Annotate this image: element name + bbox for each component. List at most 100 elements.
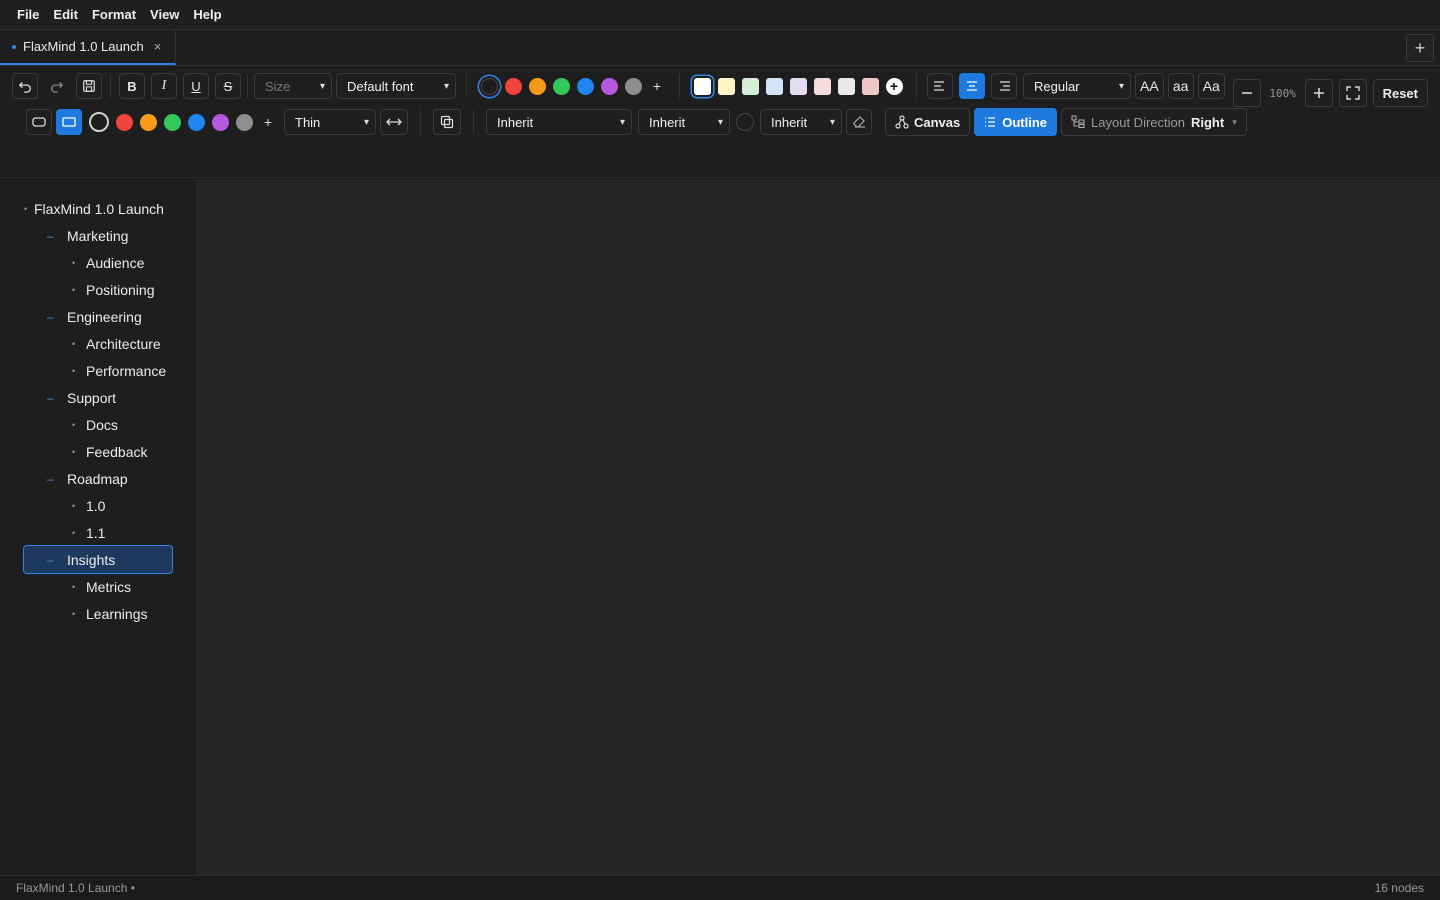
outline-node-1-0[interactable]: • 1.0 bbox=[72, 492, 105, 519]
add-text-color-icon[interactable]: + bbox=[649, 78, 666, 95]
text-color-swatch[interactable] bbox=[576, 77, 594, 95]
tab-document[interactable]: FlaxMind 1.0 Launch × bbox=[0, 30, 176, 65]
bullet-icon: • bbox=[72, 500, 76, 511]
fill-color-swatch[interactable] bbox=[693, 77, 711, 95]
text-color-swatch[interactable] bbox=[528, 77, 546, 95]
border-color-swatch[interactable] bbox=[115, 113, 133, 131]
menu-file[interactable]: File bbox=[10, 7, 46, 22]
outline-node-docs[interactable]: • Docs bbox=[72, 411, 118, 438]
plus-icon bbox=[1313, 88, 1324, 98]
border-color-swatch[interactable] bbox=[139, 113, 157, 131]
font-family-value: Default font bbox=[347, 78, 414, 94]
uppercase-button[interactable]: AA bbox=[1135, 73, 1164, 99]
bullet-icon: • bbox=[72, 338, 76, 349]
menu-help[interactable]: Help bbox=[186, 7, 228, 22]
outline-node-insights[interactable]: – Insights bbox=[23, 545, 173, 574]
bullet-icon: • bbox=[72, 419, 76, 430]
lowercase-button[interactable]: aa bbox=[1167, 73, 1194, 99]
outline-node-roadmap[interactable]: – Roadmap bbox=[47, 465, 128, 492]
menu-view[interactable]: View bbox=[143, 7, 186, 22]
outline-root-node[interactable]: • FlaxMind 1.0 Launch bbox=[24, 195, 164, 222]
text-color-swatch[interactable] bbox=[480, 77, 498, 95]
outline-node-marketing[interactable]: – Marketing bbox=[47, 222, 128, 249]
border-color-swatch[interactable] bbox=[211, 113, 229, 131]
collapse-icon[interactable]: – bbox=[47, 391, 61, 405]
text-color-swatch[interactable] bbox=[600, 77, 618, 95]
outline-node-performance[interactable]: • Performance bbox=[72, 357, 166, 384]
outline-node-positioning[interactable]: • Positioning bbox=[72, 276, 155, 303]
bullet-icon: • bbox=[72, 284, 76, 295]
shape-rounded-button[interactable] bbox=[26, 109, 52, 135]
titlecase-button[interactable]: Aa bbox=[1197, 73, 1225, 99]
collapse-icon[interactable]: – bbox=[47, 310, 61, 324]
shape-rect-button[interactable] bbox=[56, 109, 82, 135]
fill-color-swatch[interactable] bbox=[837, 77, 855, 95]
zoom-in-button[interactable] bbox=[1304, 79, 1333, 107]
zoom-level: 100% bbox=[1269, 86, 1296, 100]
font-weight-select[interactable]: Regular ▾ bbox=[1023, 73, 1131, 99]
outline-node-1-1[interactable]: • 1.1 bbox=[72, 519, 105, 546]
outline-panel: • FlaxMind 1.0 Launch – Marketing • Audi… bbox=[0, 179, 196, 875]
fill-color-swatch[interactable] bbox=[741, 77, 759, 95]
save-button[interactable] bbox=[76, 73, 102, 99]
text-color-swatch[interactable] bbox=[504, 77, 522, 95]
outline-node-metrics[interactable]: • Metrics bbox=[72, 573, 131, 600]
fill-color-swatch[interactable] bbox=[861, 77, 879, 95]
outline-node-feedback[interactable]: • Feedback bbox=[72, 438, 147, 465]
align-center-button[interactable] bbox=[959, 73, 985, 99]
zoom-out-button[interactable] bbox=[1232, 79, 1261, 107]
add-border-color-icon[interactable]: + bbox=[260, 114, 277, 131]
text-color-swatch[interactable] bbox=[624, 77, 642, 95]
border-color-swatch[interactable] bbox=[187, 113, 205, 131]
clear-format-button[interactable] bbox=[846, 109, 872, 135]
redo-button[interactable] bbox=[44, 73, 70, 99]
font-family-select[interactable]: Default font ▾ bbox=[336, 73, 456, 99]
border-color-swatch[interactable] bbox=[88, 112, 109, 132]
chevron-down-icon: ▾ bbox=[1118, 80, 1124, 92]
bold-button[interactable]: B bbox=[119, 73, 145, 99]
canvas-view-button[interactable]: Canvas bbox=[885, 108, 971, 136]
align-center-icon bbox=[967, 81, 977, 91]
outline-node-audience[interactable]: • Audience bbox=[72, 249, 144, 276]
align-left-button[interactable] bbox=[927, 73, 953, 99]
strikethrough-button[interactable]: S bbox=[215, 73, 241, 99]
outline-node-engineering[interactable]: – Engineering bbox=[47, 303, 142, 330]
new-tab-button[interactable]: + bbox=[1406, 34, 1434, 62]
connector-weight-select[interactable]: Inherit ▾ bbox=[638, 109, 730, 135]
duplicate-style-button[interactable] bbox=[433, 109, 461, 135]
line-weight-select[interactable]: Thin ▾ bbox=[284, 109, 376, 135]
outline-view-button[interactable]: Outline bbox=[974, 108, 1058, 136]
add-fill-color-icon[interactable]: + bbox=[885, 77, 903, 95]
underline-button[interactable]: U bbox=[183, 73, 209, 99]
close-tab-icon[interactable]: × bbox=[154, 39, 162, 54]
border-color-swatch[interactable] bbox=[163, 113, 181, 131]
font-size-select[interactable]: Size ▾ bbox=[254, 73, 332, 99]
connector-color-icon[interactable] bbox=[736, 113, 754, 131]
menu-format[interactable]: Format bbox=[85, 7, 143, 22]
align-right-button[interactable] bbox=[991, 73, 1017, 99]
fill-color-swatch[interactable] bbox=[765, 77, 783, 95]
line-width-button[interactable] bbox=[380, 109, 408, 135]
fullscreen-button[interactable] bbox=[1338, 79, 1367, 107]
outline-node-learnings[interactable]: • Learnings bbox=[72, 600, 148, 627]
border-color-swatch[interactable] bbox=[235, 113, 253, 131]
chevron-down-icon: ▾ bbox=[829, 116, 835, 128]
fill-color-swatch[interactable] bbox=[717, 77, 735, 95]
collapse-icon[interactable]: – bbox=[47, 229, 61, 243]
canvas-area[interactable] bbox=[196, 179, 1440, 875]
connector-pattern-select[interactable]: Inherit ▾ bbox=[760, 109, 842, 135]
menu-edit[interactable]: Edit bbox=[46, 7, 85, 22]
text-color-swatch[interactable] bbox=[552, 77, 570, 95]
reset-zoom-button[interactable]: Reset bbox=[1372, 79, 1428, 107]
outline-node-support[interactable]: – Support bbox=[47, 384, 116, 411]
outline-node-architecture[interactable]: • Architecture bbox=[72, 330, 161, 357]
collapse-icon[interactable]: – bbox=[47, 472, 61, 486]
italic-button[interactable]: I bbox=[151, 73, 177, 99]
chevron-down-icon: ▾ bbox=[319, 80, 325, 92]
collapse-icon[interactable]: – bbox=[47, 553, 61, 567]
fill-color-swatch[interactable] bbox=[789, 77, 807, 95]
layout-direction-select[interactable]: Layout Direction Right ▾ bbox=[1061, 108, 1247, 136]
connector-style-select[interactable]: Inherit ▾ bbox=[486, 109, 632, 135]
fill-color-swatch[interactable] bbox=[813, 77, 831, 95]
undo-button[interactable] bbox=[12, 73, 38, 99]
